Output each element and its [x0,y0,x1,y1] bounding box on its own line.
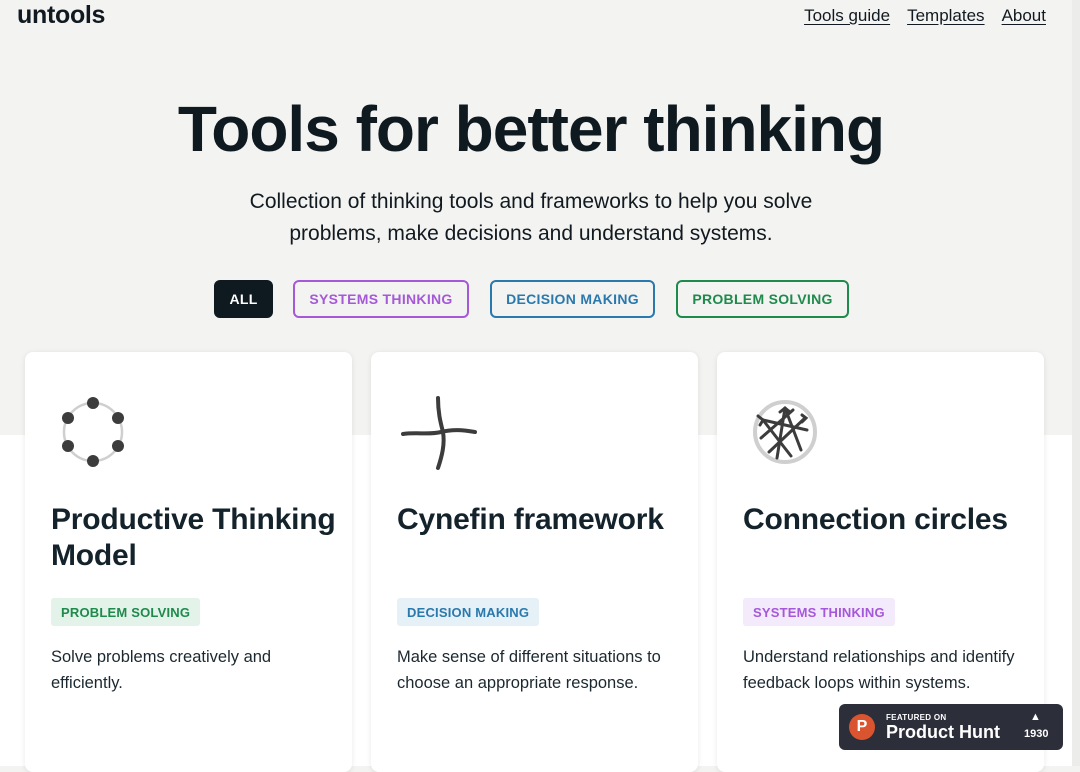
upvote-arrow-icon: ▲ [1030,711,1041,723]
site-logo[interactable]: untools [17,0,105,30]
filter-decision-making-button[interactable]: DECISION MAKING [490,280,655,318]
product-hunt-badge[interactable]: P FEATURED ON Product Hunt ▲ 1930 [839,704,1063,750]
top-nav: Tools guide Templates About [804,6,1046,26]
card-title: Cynefin framework [397,503,664,536]
category-tag: PROBLEM SOLVING [51,598,201,626]
badge-featured-label: FEATURED ON [886,713,947,722]
tool-card-productive-thinking[interactable]: Productive Thinking Model PROBLEM SOLVIN… [25,352,352,772]
product-hunt-logo-icon: P [849,714,875,740]
scrollbar-track[interactable] [1072,0,1080,766]
card-description: Understand relationships and identify fe… [743,648,1015,692]
card-description: Solve problems creatively and efficientl… [51,648,272,692]
card-description: Make sense of different situations to ch… [397,648,661,692]
filter-all-button[interactable]: ALL [214,280,273,318]
nav-link-about[interactable]: About [1002,6,1046,26]
badge-product-hunt-label: Product Hunt [886,722,1000,742]
filter-problem-solving-button[interactable]: PROBLEM SOLVING [676,280,849,318]
category-tag: SYSTEMS THINKING [743,598,895,626]
cross-quadrants-icon [401,396,477,470]
circle-of-dots-icon [62,397,124,467]
card-title: Connection circles [743,503,1008,536]
filter-systems-thinking-button[interactable]: SYSTEMS THINKING [293,280,469,318]
nav-link-templates[interactable]: Templates [907,6,984,26]
page-subtitle: Collection of thinking tools and framewo… [249,190,813,245]
card-title: Productive Thinking Model [51,503,336,572]
tool-card-cynefin[interactable]: Cynefin framework DECISION MAKING Make s… [371,352,698,772]
upvote-count: 1930 [1024,728,1049,740]
connection-circle-icon [753,400,817,464]
category-tag: DECISION MAKING [397,598,540,626]
page-title: Tools for better thinking [177,93,885,165]
nav-link-tools-guide[interactable]: Tools guide [804,6,890,26]
